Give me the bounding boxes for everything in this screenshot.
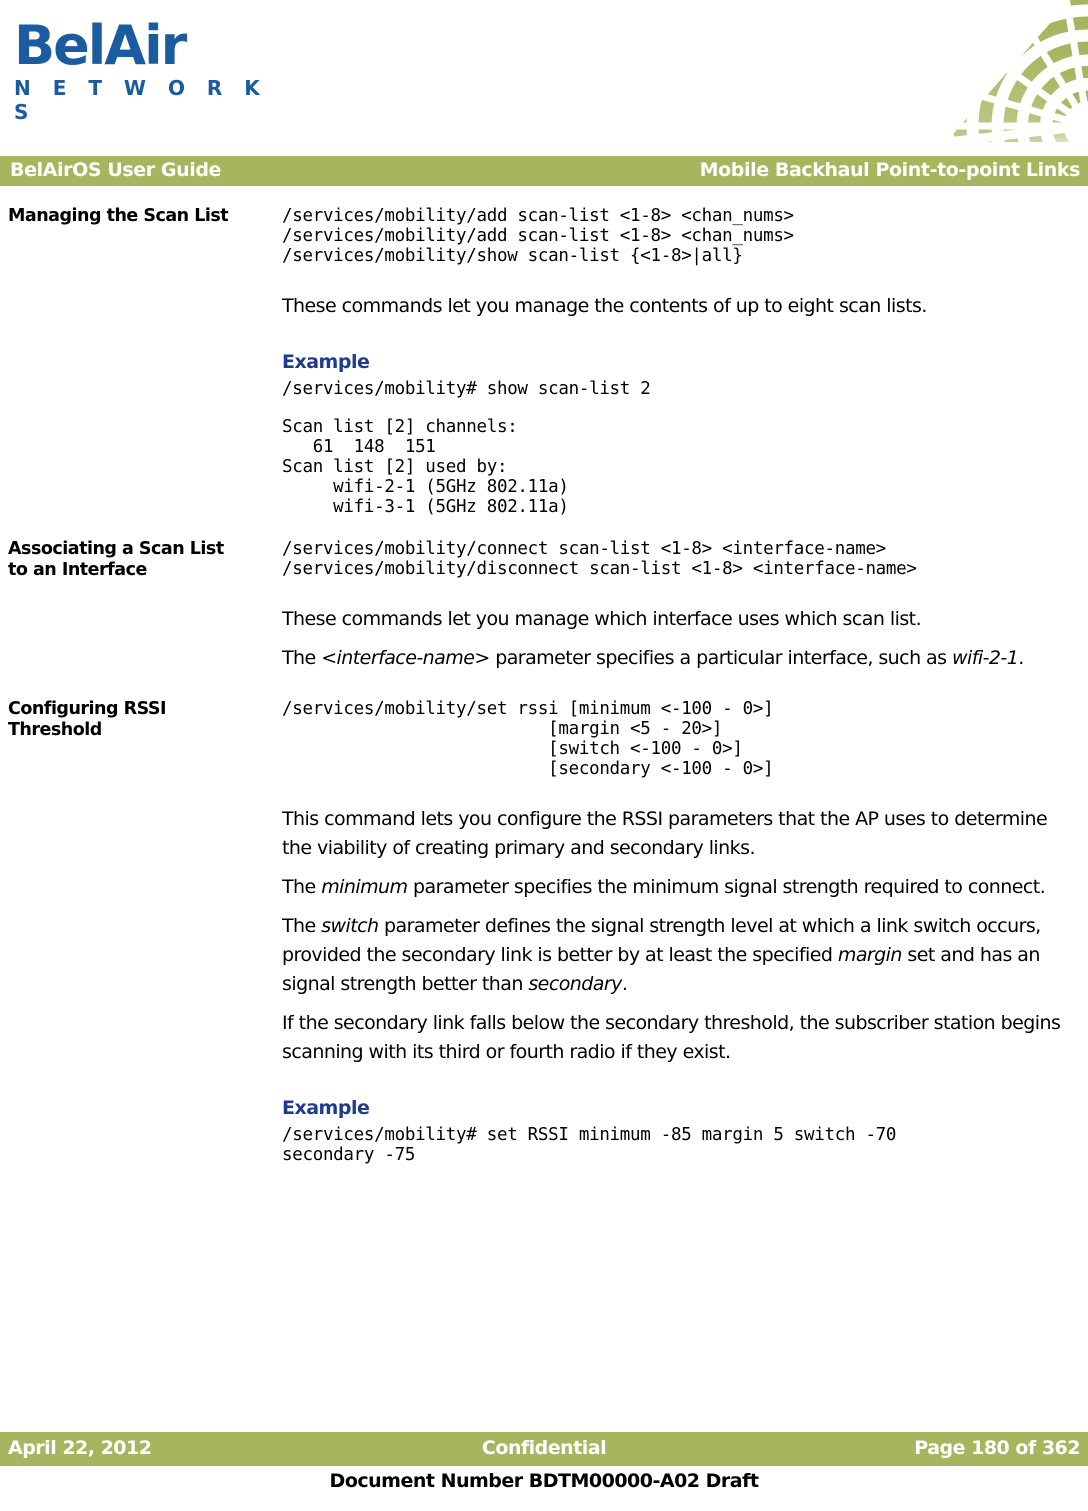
section-heading-line-2: Threshold — [8, 720, 102, 740]
example-heading-rssi: Example — [282, 1097, 370, 1119]
italic-interface-name: <interface-name> — [321, 647, 490, 669]
section-heading-associating-scan-list: Associating a Scan List to an Interface — [8, 539, 270, 581]
text-fragment: The — [282, 876, 322, 898]
paragraph-scan-list-intro: These commands let you manage the conten… — [282, 295, 927, 317]
paragraph-interface-scan-list: These commands let you manage which inte… — [282, 608, 922, 630]
section-configuring-rssi-threshold: Configuring RSSI Threshold /services/mob… — [0, 699, 1088, 1165]
example-command-set-rssi: /services/mobility# set RSSI minimum -85… — [282, 1125, 897, 1165]
logo-wordmark: BelAir — [14, 14, 187, 77]
section-heading-line-1: Associating a Scan List — [8, 539, 224, 559]
code-block-set-rssi-command: /services/mobility/set rssi [minimum <-1… — [282, 699, 774, 779]
paragraph-secondary-threshold: If the secondary link falls below the se… — [282, 1012, 1061, 1063]
example-output-show-scan-list: Scan list [2] channels: 61 148 151 Scan … — [282, 417, 569, 517]
example-heading-scan-list: Example — [282, 351, 370, 373]
text-fragment: parameter specifies the minimum signal s… — [407, 876, 1046, 898]
italic-minimum: minimum — [321, 876, 408, 898]
section-associating-scan-list-to-interface: Associating a Scan List to an Interface … — [0, 539, 1088, 673]
page-footer-bar: April 22, 2012 Confidential Page 180 of … — [0, 1432, 1088, 1466]
italic-secondary: secondary — [528, 973, 622, 995]
page-running-header: BelAirOS User Guide Mobile Backhaul Poin… — [0, 156, 1088, 186]
italic-wifi-2-1: wifi-2-1 — [951, 647, 1019, 669]
footer-page-number: Page 180 of 362 — [914, 1437, 1080, 1459]
text-fragment: . — [1018, 647, 1024, 669]
logo-subtitle: N E T W O R K S — [14, 76, 268, 124]
code-block-scan-list-commands: /services/mobility/add scan-list <1-8> <… — [282, 206, 794, 266]
belair-networks-logo: BelAir N E T W O R K S — [14, 14, 274, 125]
section-managing-the-scan-list: Managing the Scan List /services/mobilit… — [0, 206, 1088, 517]
page-content: Managing the Scan List /services/mobilit… — [0, 206, 1088, 1165]
section-heading-configuring-rssi: Configuring RSSI Threshold — [8, 699, 270, 741]
section-heading-line-2: to an Interface — [8, 560, 147, 580]
code-block-connect-disconnect-commands: /services/mobility/connect scan-list <1-… — [282, 539, 917, 579]
text-fragment: parameter specifies a particular interfa… — [489, 647, 952, 669]
text-fragment: . — [621, 973, 628, 995]
italic-switch: switch — [321, 915, 379, 937]
paragraph-interface-name-parameter: The <interface-name> parameter specifies… — [282, 644, 1082, 673]
header-chapter-title: Mobile Backhaul Point-to-point Links — [699, 159, 1081, 181]
section-heading-line-1: Configuring RSSI — [8, 699, 167, 719]
radial-wave-decoration-icon — [938, 0, 1088, 142]
italic-margin: margin — [837, 944, 903, 966]
text-fragment: The — [282, 915, 322, 937]
paragraph-rssi-intro: This command lets you configure the RSSI… — [282, 808, 1048, 859]
footer-document-number: Document Number BDTM00000-A02 Draft — [329, 1470, 759, 1492]
example-command-show-scan-list: /services/mobility# show scan-list 2 — [282, 379, 651, 399]
paragraph-switch-parameter: The switch parameter defines the signal … — [282, 912, 1082, 999]
section-heading-managing-scan-list: Managing the Scan List — [8, 206, 229, 226]
text-fragment: The — [282, 647, 322, 669]
header-guide-title: BelAirOS User Guide — [10, 159, 222, 181]
paragraph-minimum-parameter: The minimum parameter specifies the mini… — [282, 873, 1082, 902]
